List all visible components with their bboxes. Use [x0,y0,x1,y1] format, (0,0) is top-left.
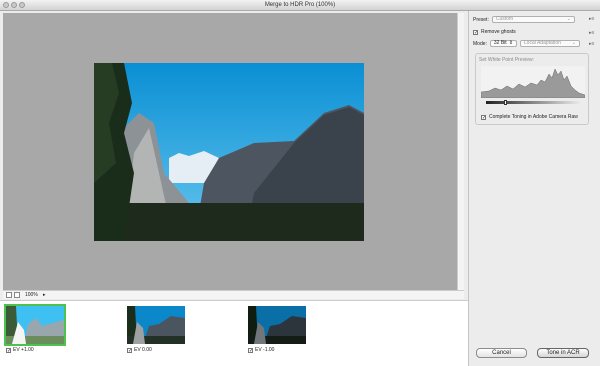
complete-toning-row: ✓ Complete Toning in Adobe Camera Raw [481,114,578,120]
remove-ghosts-label: Remove ghosts [481,29,516,35]
window-title: Merge to HDR Pro (100%) [264,2,336,8]
source-thumb-3[interactable] [248,306,306,344]
complete-toning-label: Complete Toning in Adobe Camera Raw [489,114,578,120]
white-point-slider-thumb[interactable] [504,100,508,105]
preset-select[interactable]: Custom ⌄ [491,16,575,23]
complete-toning-checkbox[interactable]: ✓ [481,114,486,120]
remove-ghosts-options-icon[interactable]: ▸≡ [589,30,594,36]
source-thumb-1-caption: ✓ EV +1.00 [6,347,34,353]
preset-label: Preset: [473,16,489,23]
mode-row: Mode: 32 Bit ⇕ Local Adaptation ⌄ [473,40,580,47]
preset-options-icon[interactable]: ▸≡ [589,16,594,22]
preview-canvas[interactable] [3,13,457,290]
source-thumb-2-checkbox[interactable]: ✓ [127,347,132,353]
white-point-label: Set White Point Preview: [479,57,535,63]
settings-panel: Preset: Custom ⌄ ▸≡ ✓ Remove ghosts ▸≡ M… [468,11,600,366]
mode-value: 32 Bit [493,40,507,46]
chevron-updown-icon: ⇕ [508,40,513,46]
source-thumb-2-label: EV 0.00 [134,347,152,353]
remove-ghosts-row: ✓ Remove ghosts [473,29,516,35]
method-value: Local Adaptation [523,40,561,46]
chevron-down-icon: ⌄ [566,16,571,22]
source-thumb-2[interactable] [127,306,185,344]
source-thumb-3-checkbox[interactable]: ✓ [248,347,253,353]
actual-size-button[interactable] [14,292,20,298]
source-thumb-1[interactable] [4,304,66,346]
white-point-slider-track[interactable] [486,101,582,104]
method-select[interactable]: Local Adaptation ⌄ [519,40,580,47]
hdr-preview-image [94,63,364,241]
source-thumb-3-label: EV -1.00 [255,347,275,353]
mode-options-icon[interactable]: ▸≡ [589,41,594,47]
histogram [481,66,585,98]
source-thumb-2-caption: ✓ EV 0.00 [127,347,152,353]
preset-value: Custom [495,16,514,22]
zoom-level[interactable]: 100% [25,292,38,298]
white-point-group: Set White Point Preview: ✓ Complete Toni… [475,53,589,125]
vertical-scrollbar[interactable] [457,13,464,290]
tone-in-acr-button[interactable]: Tone in ACR [537,348,589,358]
fit-view-button[interactable] [6,292,12,298]
zoom-dropdown-icon[interactable]: ▸ [43,292,46,298]
remove-ghosts-checkbox[interactable]: ✓ [473,29,478,35]
source-thumb-1-checkbox[interactable]: ✓ [6,347,11,353]
title-bar: Merge to HDR Pro (100%) [0,0,600,11]
source-image-strip: ✓ EV +1.00 ✓ EV 0.00 ✓ EV -1.00 [0,300,468,366]
source-thumb-3-caption: ✓ EV -1.00 [248,347,274,353]
mode-select[interactable]: 32 Bit ⇕ [489,40,517,47]
source-thumb-1-label: EV +1.00 [13,347,34,353]
preview-status-bar: 100% ▸ [3,290,464,299]
cancel-button[interactable]: Cancel [476,348,527,358]
chevron-down-icon: ⌄ [571,40,576,46]
preset-row: Preset: Custom ⌄ [473,16,575,23]
mode-label: Mode: [473,40,487,47]
